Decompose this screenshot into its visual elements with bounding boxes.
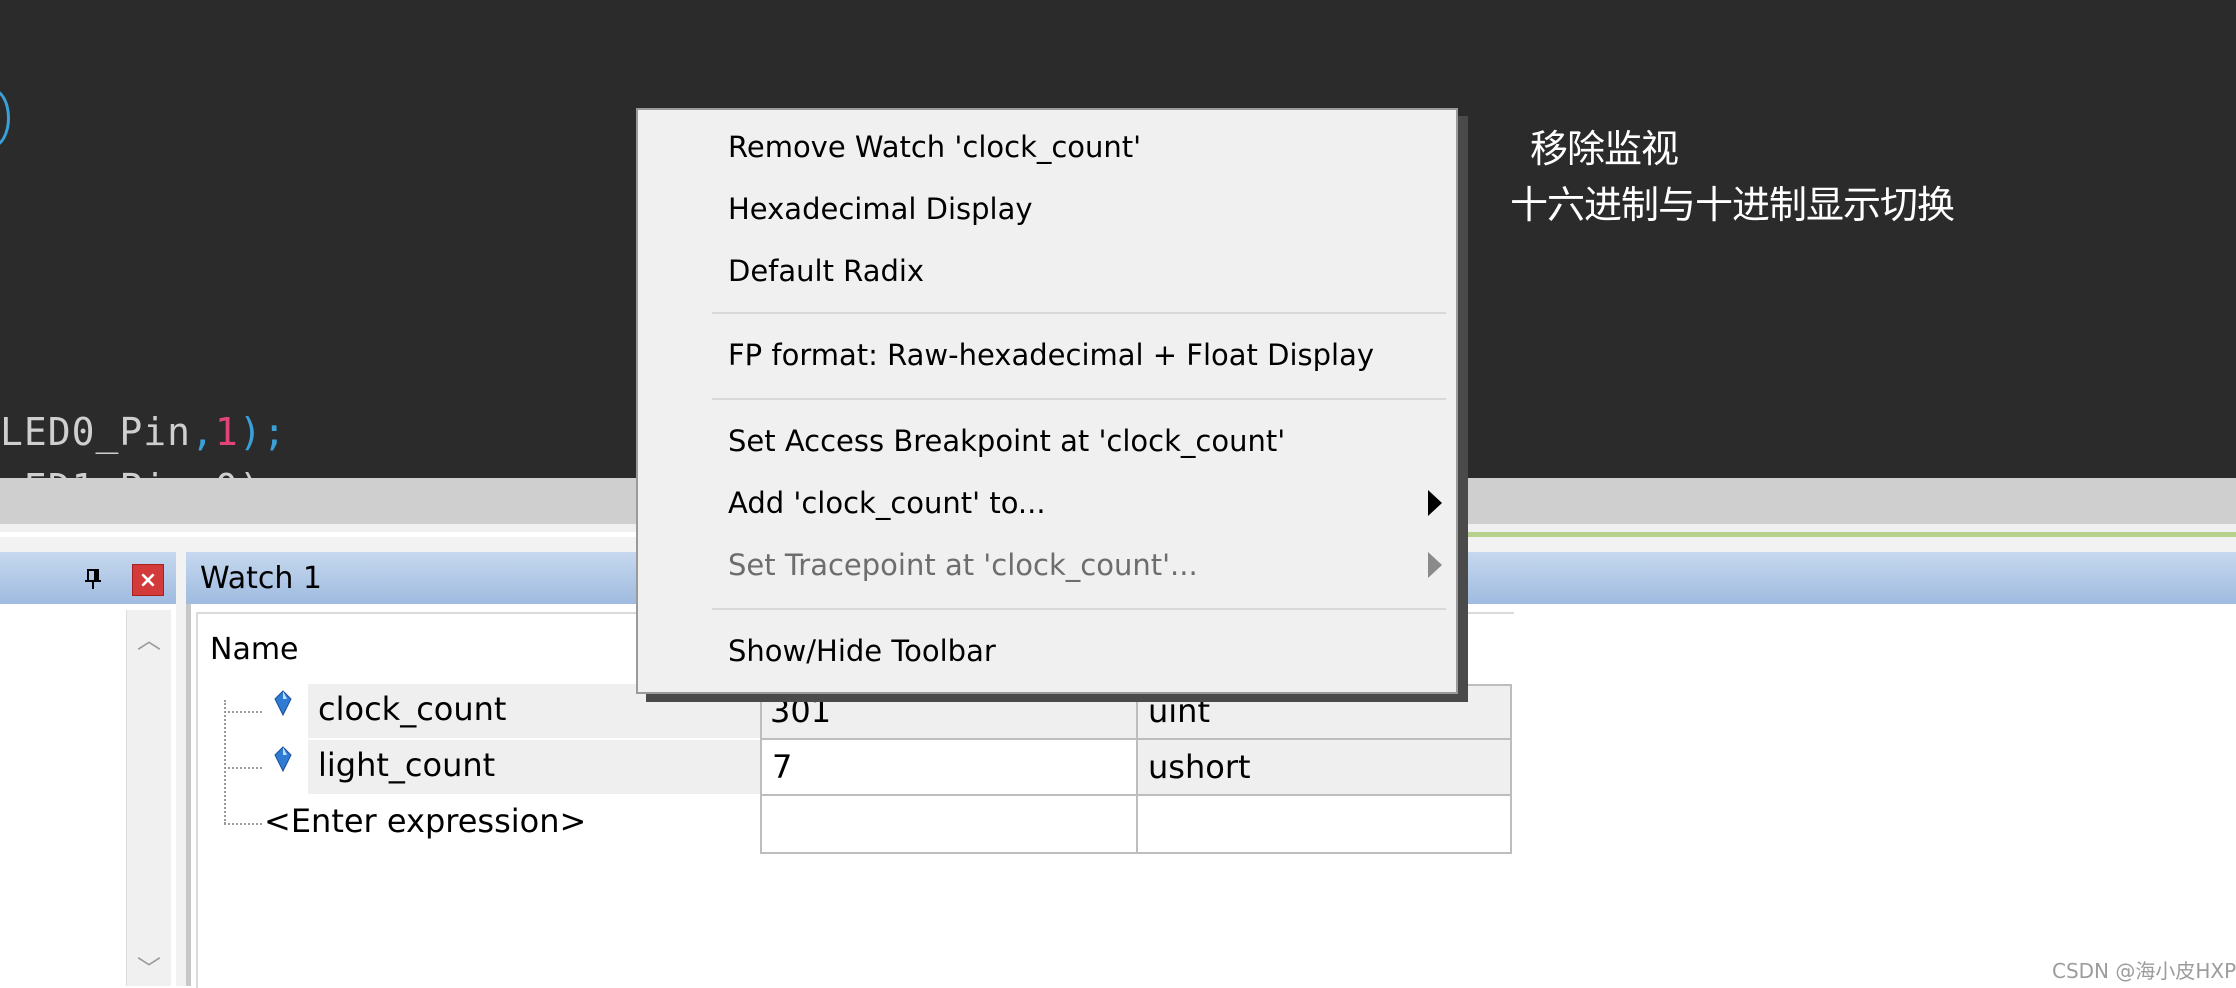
close-icon[interactable]: ×	[132, 564, 164, 596]
menu-item-default-radix[interactable]: Default Radix	[728, 254, 924, 288]
menu-item-hexadecimal-display[interactable]: Hexadecimal Display	[728, 192, 1033, 226]
tree-branch	[224, 823, 262, 825]
submenu-arrow-icon	[1428, 552, 1442, 578]
variable-icon	[274, 690, 292, 716]
menu-separator	[712, 608, 1446, 610]
vertical-scrollbar[interactable]: ︿ ﹀	[126, 610, 171, 986]
watch-value-cell[interactable]: 7	[760, 738, 1138, 796]
code-number: 1	[214, 410, 239, 454]
annotation-hex-toggle: 十六进制与十进制显示切换	[1510, 183, 1955, 227]
code-identifier: LED0_Pin	[0, 410, 192, 454]
tree-branch	[224, 711, 262, 713]
code-line-partial: _ED1_Pin,0);	[0, 466, 287, 478]
submenu-arrow-icon	[1428, 490, 1442, 516]
watch-name-cell[interactable]: clock_count	[318, 690, 506, 728]
tree-branch	[224, 767, 262, 769]
tree-line	[224, 700, 226, 824]
watermark: CSDN @海小皮HXP	[2052, 959, 2236, 983]
scroll-down-icon[interactable]: ﹀	[127, 949, 171, 984]
menu-item-show-hide-toolbar[interactable]: Show/Hide Toolbar	[728, 634, 996, 668]
code-line: LED0_Pin,1);	[0, 410, 287, 454]
menu-item-add-to[interactable]: Add 'clock_count' to...	[728, 486, 1046, 520]
menu-item-set-tracepoint: Set Tracepoint at 'clock_count'...	[728, 548, 1198, 582]
enter-expression-field[interactable]: <Enter expression>	[264, 802, 586, 840]
watch-name-cell[interactable]: light_count	[318, 746, 495, 784]
context-menu: Remove Watch 'clock_count' Hexadecimal D…	[636, 108, 1458, 694]
menu-item-fp-format[interactable]: FP format: Raw-hexadecimal + Float Displ…	[728, 338, 1374, 372]
menu-separator	[712, 398, 1446, 400]
watch-type-cell	[1136, 794, 1512, 854]
watch-value-text: 7	[772, 748, 793, 786]
menu-separator	[712, 312, 1446, 314]
menu-item-remove-watch[interactable]: Remove Watch 'clock_count'	[728, 130, 1141, 164]
menu-item-set-access-breakpoint[interactable]: Set Access Breakpoint at 'clock_count'	[728, 424, 1285, 458]
code-comma: ,	[191, 410, 215, 454]
watch-type-text: ushort	[1148, 748, 1251, 786]
code-close-paren: );	[238, 410, 287, 454]
column-header-name[interactable]: Name	[210, 632, 299, 667]
annotation-remove-watch: 移除监视	[1530, 127, 1679, 171]
watch-type-cell: ushort	[1136, 738, 1512, 796]
pin-icon[interactable]	[82, 568, 104, 590]
watch-value-cell[interactable]	[760, 794, 1138, 854]
pin-icon-glyph	[85, 569, 101, 589]
watch-panel-title[interactable]: Watch 1	[200, 561, 322, 596]
brace-highlight	[0, 88, 10, 148]
variable-icon	[274, 746, 292, 772]
scroll-up-icon[interactable]: ︿	[127, 620, 171, 655]
